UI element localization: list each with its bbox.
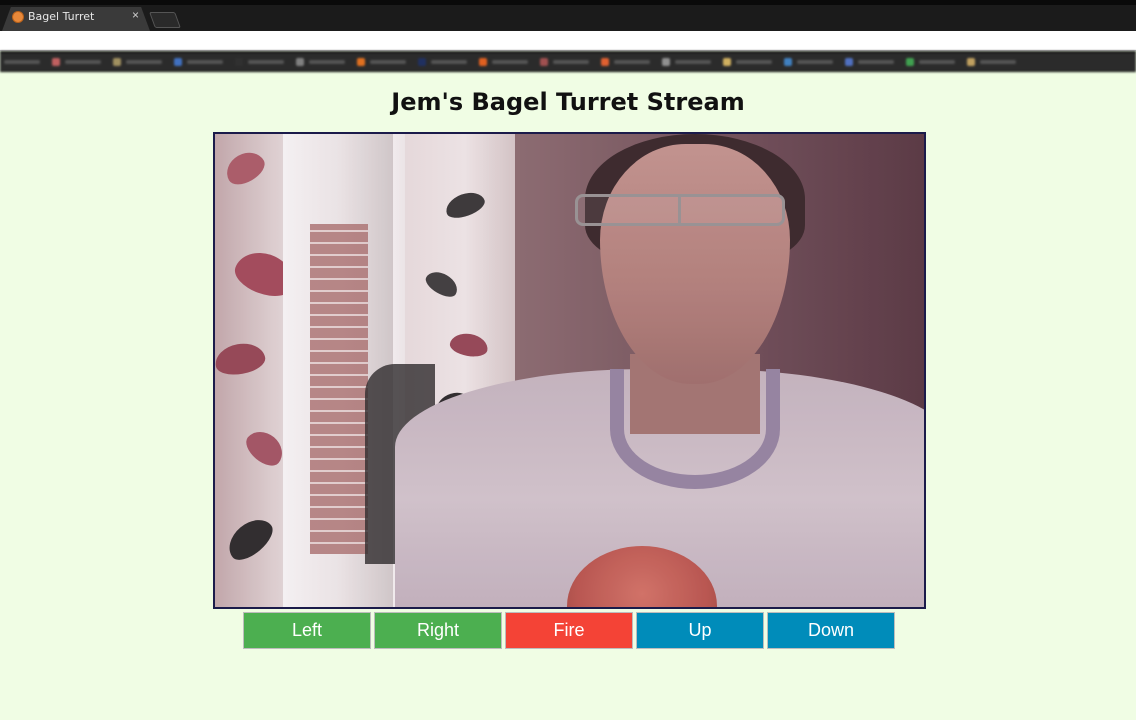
close-tab-icon[interactable]: × (132, 8, 139, 22)
address-bar[interactable] (0, 31, 1136, 51)
bookmark-item[interactable] (296, 58, 345, 66)
bookmark-item[interactable] (479, 58, 528, 66)
fire-button[interactable]: Fire (505, 612, 633, 649)
bookmark-item[interactable] (113, 58, 162, 66)
down-button[interactable]: Down (767, 612, 895, 649)
left-button[interactable]: Left (243, 612, 371, 649)
bookmark-item[interactable] (662, 58, 711, 66)
webcam-stream (213, 132, 926, 609)
page-title: Jem's Bagel Turret Stream (391, 88, 745, 116)
up-button[interactable]: Up (636, 612, 764, 649)
bookmark-item[interactable] (723, 58, 772, 66)
bookmark-item[interactable] (540, 58, 589, 66)
bookmark-item[interactable] (601, 58, 650, 66)
turret-controls: Left Right Fire Up Down (243, 612, 895, 650)
tab-title: Bagel Turret (28, 10, 95, 23)
bookmark-item[interactable] (418, 58, 467, 66)
right-button[interactable]: Right (374, 612, 502, 649)
bookmark-item[interactable] (357, 58, 406, 66)
bagel-icon (12, 11, 24, 23)
bookmark-item[interactable] (845, 58, 894, 66)
bookmarks-bar (0, 51, 1136, 72)
bookmark-item[interactable] (174, 58, 223, 66)
bookmark-item[interactable] (784, 58, 833, 66)
bookmark-item[interactable] (4, 60, 40, 64)
bookmark-item[interactable] (235, 58, 284, 66)
browser-tabstrip: Bagel Turret × (0, 0, 1136, 31)
bookmark-item[interactable] (906, 58, 955, 66)
bookmark-item[interactable] (967, 58, 1016, 66)
new-tab-button[interactable] (149, 12, 181, 28)
bookmark-item[interactable] (52, 58, 101, 66)
